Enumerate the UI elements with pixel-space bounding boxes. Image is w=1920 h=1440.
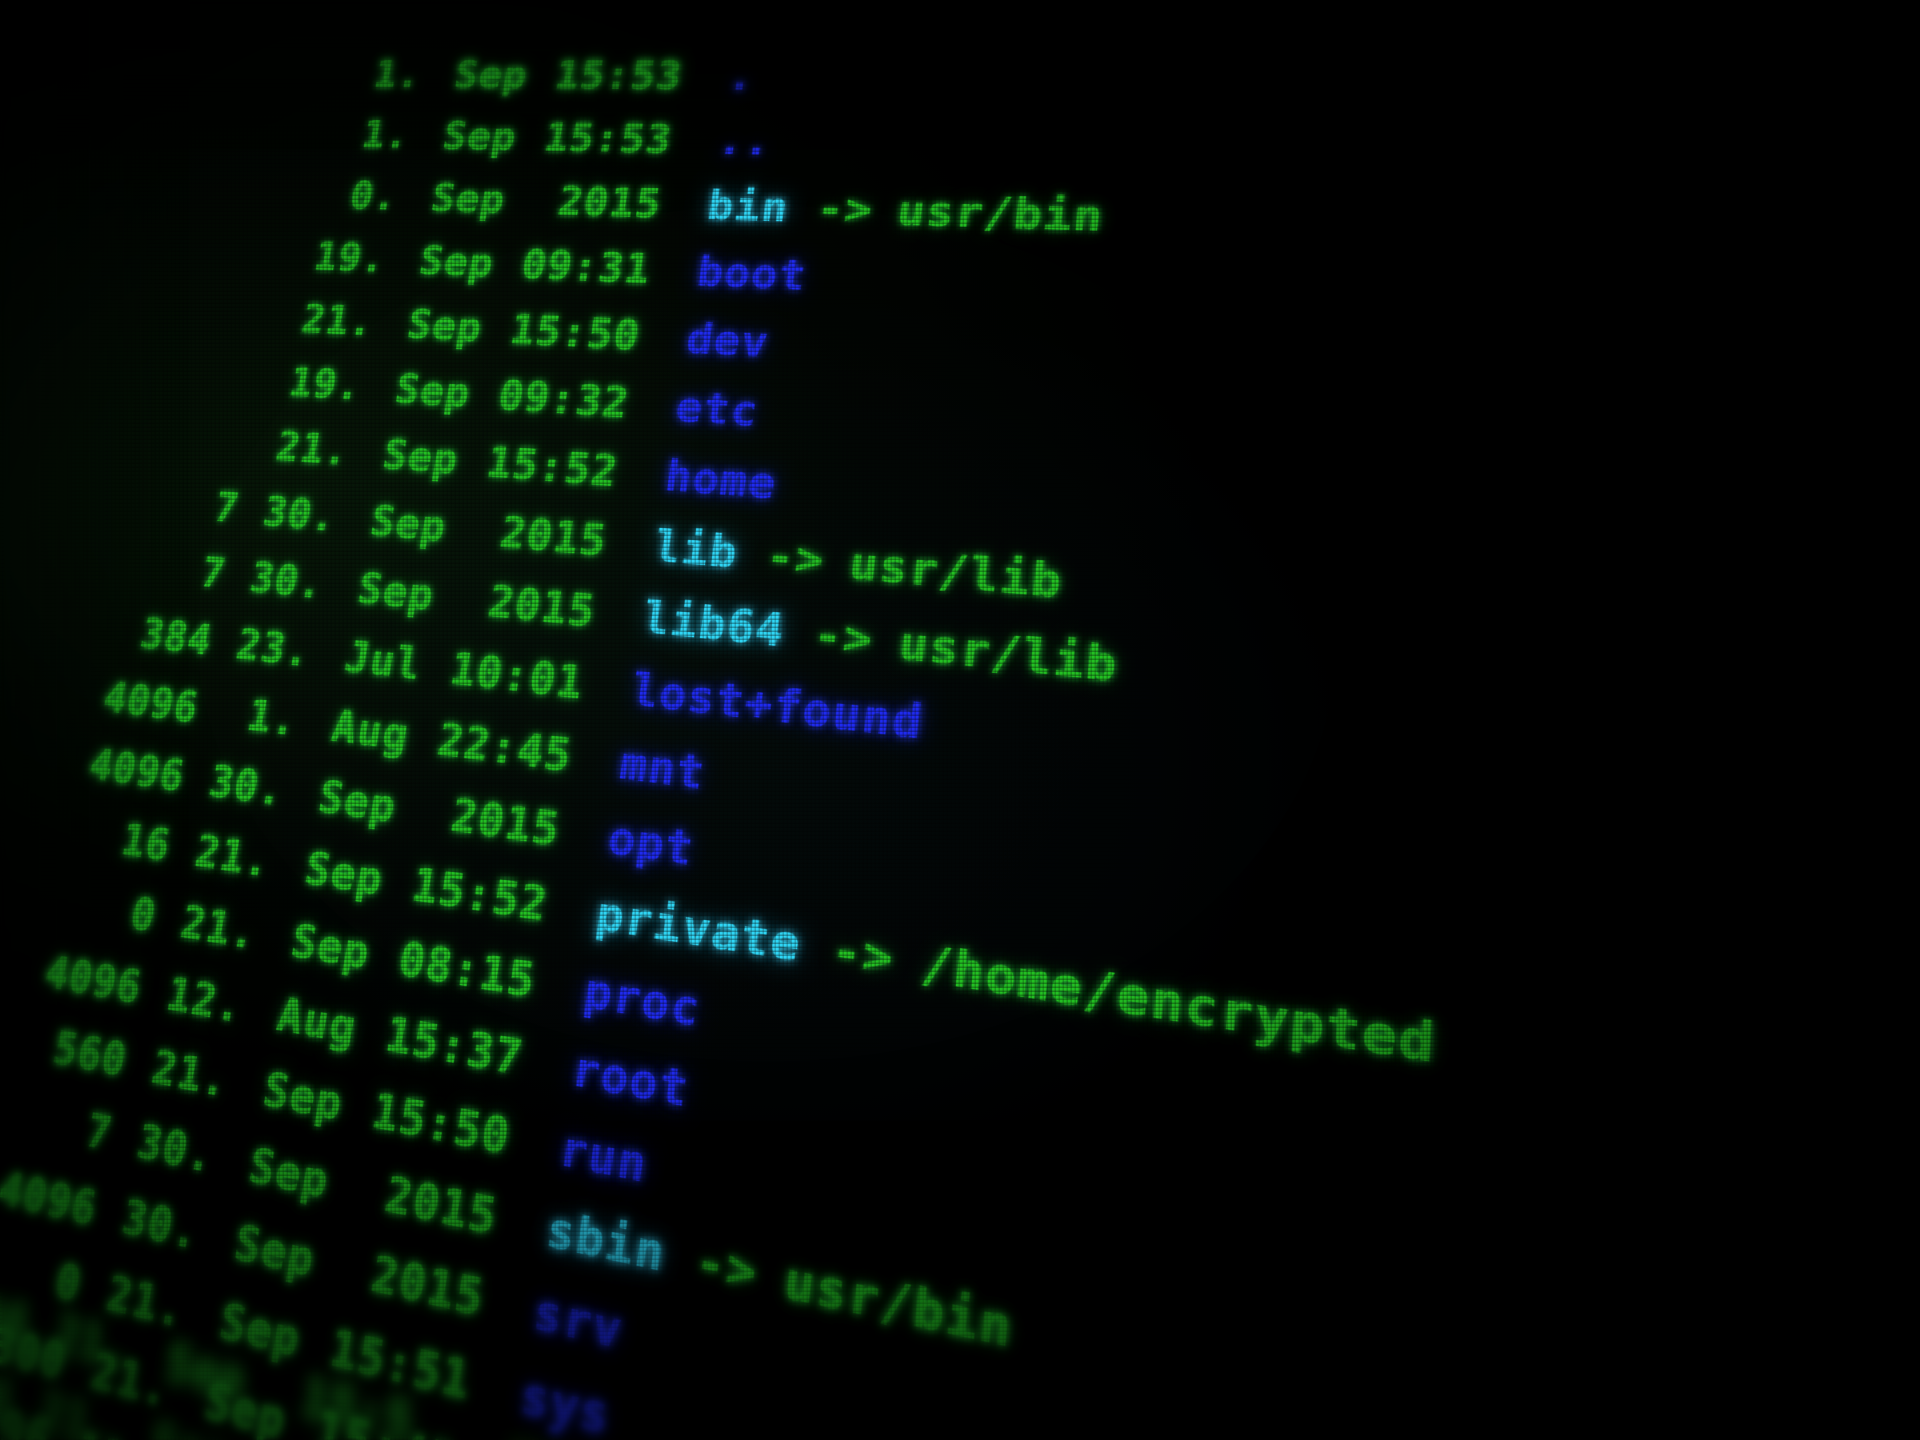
entry-name[interactable]: . (723, 45, 759, 109)
modified-month: Sep (427, 175, 510, 224)
file-size (112, 261, 287, 268)
modified-time: 15:53 (551, 52, 686, 100)
modified-month: Sep (415, 237, 498, 288)
symlink-arrow-icon: -> (828, 920, 898, 990)
modified-day: 19. (285, 358, 366, 411)
symlink-arrow-icon: -> (813, 184, 877, 235)
modified-day: 19. (310, 233, 390, 283)
entry-name[interactable]: dev (682, 305, 774, 377)
modified-day: 23. (232, 619, 315, 678)
entry-name[interactable]: boot (692, 238, 811, 309)
entry-name[interactable]: lib (649, 511, 743, 590)
file-size (72, 444, 249, 458)
symlink-arrow-icon: -> (691, 1229, 762, 1306)
modified-month: Sep (379, 430, 463, 485)
terminal-photograph: 1. Sep 15:53. 1. Sep 15:53.. 0. Sep 2015 bin -> usr… (0, 0, 1920, 1440)
entry-name[interactable]: opt (603, 800, 700, 888)
modified-time: 2015 (554, 178, 665, 229)
modified-day: 21. (272, 422, 354, 476)
terminal-screen-plane: 1. Sep 15:53. 1. Sep 15:53.. 0. Sep 2015 bin -> usr… (0, 0, 1920, 1440)
modified-day: 30. (259, 487, 341, 543)
perspective-stage: 1. Sep 15:53. 1. Sep 15:53.. 0. Sep 2015 bin -> usr… (0, 0, 1920, 1440)
modified-day: 1. (242, 689, 302, 747)
modified-time: 09:32 (494, 371, 633, 429)
file-size (99, 321, 274, 330)
file-size (85, 382, 261, 394)
symlink-arrow-icon: -> (810, 607, 877, 668)
symlink-target: usr/bin (894, 185, 1107, 243)
modified-month: Sep (353, 563, 439, 622)
modified-month: Sep (366, 496, 451, 553)
directory-listing: 1. Sep 15:53. 1. Sep 15:53.. 0. Sep 2015 bin -> usr… (0, 44, 1505, 1440)
modified-month: Sep (403, 300, 487, 352)
file-size (126, 202, 300, 207)
entry-name[interactable]: home (660, 441, 781, 520)
modified-month: Jul (340, 631, 426, 691)
modified-month: Sep (391, 365, 475, 418)
modified-day: 0. (346, 173, 402, 220)
modified-time: 15:50 (506, 305, 644, 361)
modified-day: 1. (370, 52, 426, 97)
modified-day: 21. (297, 295, 378, 346)
modified-time: 09:31 (517, 241, 655, 294)
entry-name[interactable]: mnt (615, 726, 711, 811)
modified-time: 2015 (496, 507, 611, 568)
file-size (151, 85, 323, 86)
file-size (139, 143, 312, 146)
modified-day: 30. (245, 552, 328, 610)
entry-name[interactable]: .. (713, 108, 776, 174)
modified-month: Sep (450, 52, 532, 98)
modified-month: Sep (439, 113, 521, 161)
modified-day: 1. (358, 112, 414, 158)
modified-time: 15:53 (540, 114, 676, 164)
entry-name[interactable]: bin (703, 173, 794, 241)
entry-name[interactable]: etc (671, 372, 764, 446)
symlink-target: usr/lib (846, 536, 1066, 610)
symlink-arrow-icon: -> (762, 529, 828, 588)
